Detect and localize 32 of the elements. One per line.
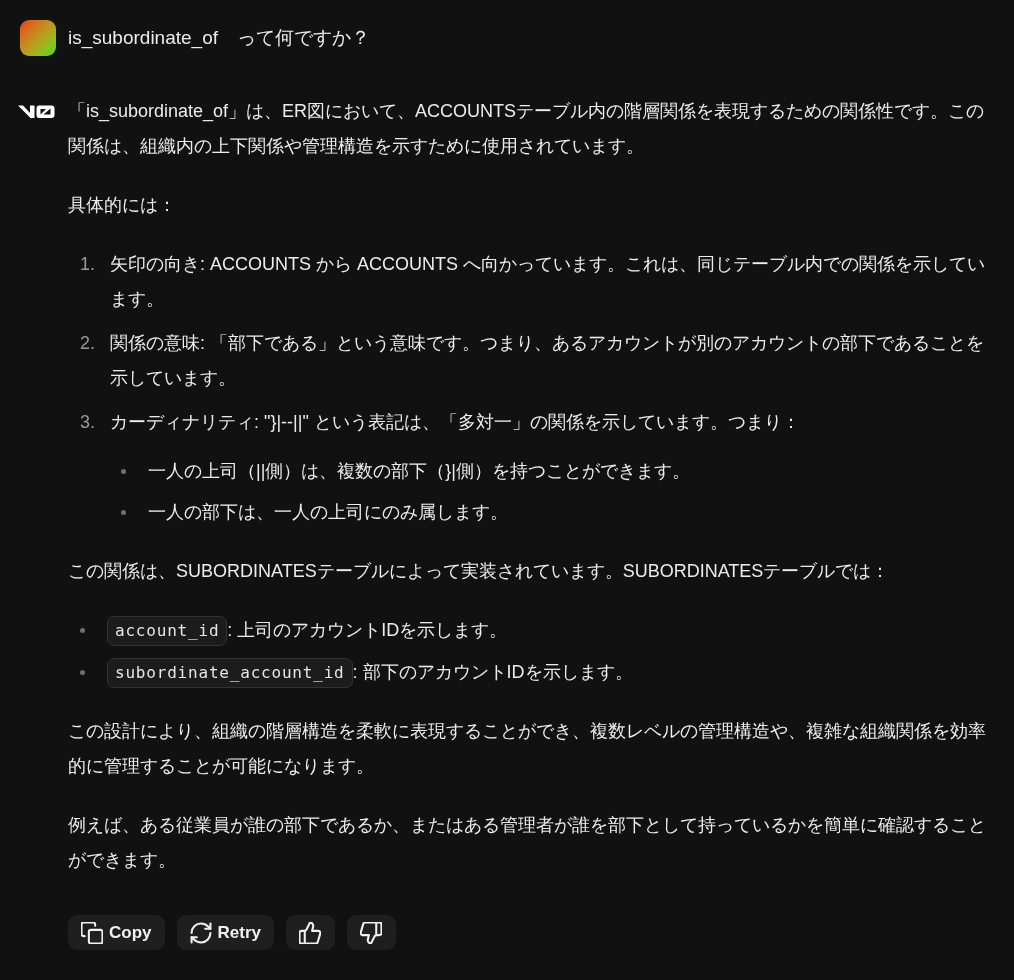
user-avatar bbox=[20, 20, 56, 56]
list-item-text: カーディナリティ: "}|--||" という表記は、「多対一」の関係を示しています。つまり： bbox=[110, 411, 801, 434]
user-message: is_subordinate_of って何ですか？ bbox=[68, 26, 370, 51]
bullet-icon bbox=[121, 469, 126, 474]
copy-button[interactable]: Copy bbox=[68, 915, 165, 950]
thumbs-up-icon bbox=[299, 921, 322, 944]
bullet-icon bbox=[121, 510, 126, 515]
paragraph: この設計により、組織の階層構造を柔軟に表現することができ、複数レベルの管理構造や、複雑な組織関係を効率的に管理することが可能になります。 bbox=[68, 720, 986, 778]
list-item-text: : 上司のアカウントIDを示します。 bbox=[227, 619, 508, 642]
paragraph: 例えば、ある従業員が誰の部下であるか、またはある管理者が誰を部下として持っているかを簡単に確認することができます。 bbox=[68, 814, 986, 872]
refresh-icon bbox=[189, 921, 212, 944]
thumbs-down-button[interactable] bbox=[346, 915, 396, 950]
paragraph: 具体的には： bbox=[68, 194, 177, 217]
list-item-text: 一人の部下は、一人の上司にのみ属します。 bbox=[148, 501, 508, 524]
inline-code: account_id bbox=[107, 615, 228, 646]
bullet-icon bbox=[80, 670, 85, 675]
list-number: 2. bbox=[80, 332, 96, 355]
list-number: 1. bbox=[80, 253, 96, 276]
list-item-text: 一人の上司（||側）は、複数の部下（}|側）を持つことができます。 bbox=[148, 460, 691, 483]
bullet-icon bbox=[80, 628, 85, 633]
paragraph: この関係は、SUBORDINATESテーブルによって実装されています。SUBORDINATESテーブルでは： bbox=[68, 560, 891, 583]
copy-icon bbox=[81, 921, 103, 944]
logo-icon bbox=[18, 104, 55, 119]
inline-code: subordinate_account_id bbox=[107, 657, 353, 688]
retry-button[interactable]: Retry bbox=[176, 915, 274, 950]
list-item-text: 矢印の向き: ACCOUNTS から ACCOUNTS へ向かっています。これは、同じテーブル内での関係を示しています。 bbox=[110, 253, 986, 311]
thumbs-down-icon bbox=[360, 921, 383, 944]
list-item-text: 関係の意味: 「部下である」という意味です。つまり、あるアカウントが別のアカウントの部下であることを示しています。 bbox=[110, 332, 985, 390]
thumbs-up-button[interactable] bbox=[285, 915, 335, 950]
list-item-text: : 部下のアカウントIDを示します。 bbox=[352, 661, 633, 684]
paragraph: 「is_subordinate_of」は、ER図において、ACCOUNTSテーブル内の階層関係を表現するための関係性です。この関係は、組織内の上下関係や管理構造を示すために使用されています。 bbox=[68, 100, 986, 158]
list-number: 3. bbox=[80, 411, 96, 434]
